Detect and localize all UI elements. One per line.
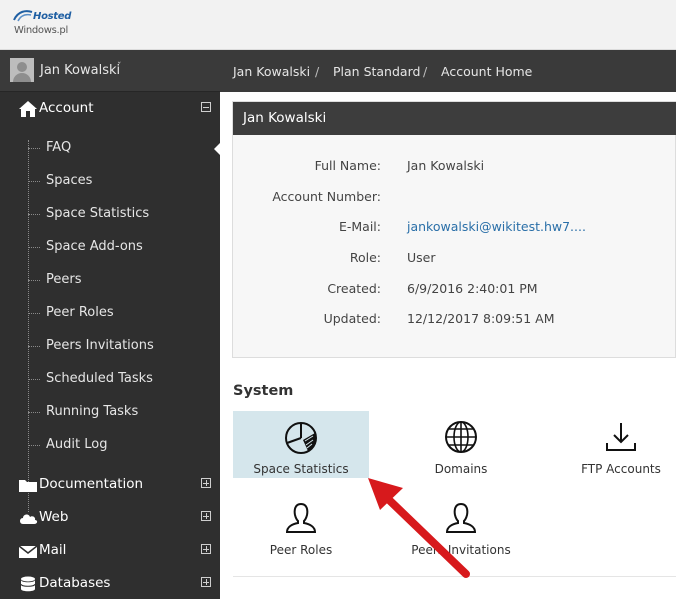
sidebar-section-label: Documentation xyxy=(39,476,144,492)
expand-icon[interactable] xyxy=(201,577,211,587)
user-icon xyxy=(285,502,317,533)
sidebar-section-label: Account xyxy=(39,100,94,116)
sidebar-item-spaces[interactable]: Spaces xyxy=(27,173,92,188)
globe-icon xyxy=(445,421,477,453)
expand-icon[interactable] xyxy=(201,478,211,488)
tile-ftp-accounts[interactable]: FTP Accounts xyxy=(553,411,676,478)
user-menu[interactable]: Jan Kowalski ˇ xyxy=(0,50,220,92)
sidebar-item-peers[interactable]: Peers xyxy=(28,272,82,287)
tile-space-statistics[interactable]: Space Statistics xyxy=(233,411,369,478)
pie-chart-icon xyxy=(285,422,317,454)
sidebar: Jan Kowalski ˇ Account FAQ Spaces Space … xyxy=(0,50,220,599)
user-name: Jan Kowalski xyxy=(40,63,121,78)
sidebar-section-documentation[interactable]: Documentation xyxy=(0,470,220,500)
sidebar-section-web[interactable]: Web xyxy=(0,503,220,533)
panel-title: Jan Kowalski xyxy=(243,110,327,126)
account-number-label: Account Number: xyxy=(272,189,381,204)
sidebar-section-label: Mail xyxy=(39,542,67,558)
collapse-icon[interactable] xyxy=(201,102,211,112)
logo-text-windows: Windows.pl xyxy=(14,25,68,36)
tree-connector xyxy=(28,140,29,512)
logo-swoosh-icon xyxy=(13,10,33,22)
updated-label: Updated: xyxy=(323,311,381,326)
sidebar-item-peer-roles[interactable]: Peer Roles xyxy=(28,305,114,320)
database-icon xyxy=(20,576,36,592)
system-section-title: System xyxy=(233,383,294,399)
folder-icon xyxy=(19,480,37,492)
sidebar-item-space-statistics[interactable]: Space Statistics xyxy=(27,206,149,221)
panel-header: Jan Kowalski xyxy=(233,102,676,135)
sidebar-section-mail[interactable]: Mail xyxy=(0,536,220,566)
sidebar-section-label: Web xyxy=(39,509,69,525)
sidebar-section-databases[interactable]: Databases xyxy=(0,569,220,599)
created-value: 6/9/2016 2:40:01 PM xyxy=(407,281,538,296)
download-icon xyxy=(606,423,636,451)
home-icon xyxy=(19,101,37,117)
sidebar-item-scheduled-tasks[interactable]: Scheduled Tasks xyxy=(28,371,153,386)
tile-label: Domains xyxy=(434,462,488,476)
envelope-icon xyxy=(18,545,38,558)
cloud-icon xyxy=(20,514,38,524)
created-label: Created: xyxy=(327,281,381,296)
tile-label: Peer Roles xyxy=(269,543,333,557)
updated-value: 12/12/2017 8:09:51 AM xyxy=(407,311,555,326)
full-name-label: Full Name: xyxy=(314,158,381,173)
tile-label: FTP Accounts xyxy=(581,462,661,476)
top-header: Hosted Windows.pl xyxy=(0,0,676,50)
role-label: Role: xyxy=(349,250,381,265)
breadcrumb-user[interactable]: Jan Kowalski xyxy=(233,64,310,79)
breadcrumb-current: Account Home xyxy=(441,64,533,79)
sidebar-item-faq[interactable]: FAQ xyxy=(27,140,71,155)
role-value: User xyxy=(407,250,436,265)
avatar xyxy=(10,58,34,82)
active-item-indicator xyxy=(214,143,220,155)
full-name-value: Jan Kowalski xyxy=(407,158,485,173)
sidebar-section-label: Databases xyxy=(39,575,111,591)
hostedwindows-logo[interactable]: Hosted Windows.pl xyxy=(12,9,82,39)
logo-text-hosted: Hosted xyxy=(33,11,72,22)
email-label: E-Mail: xyxy=(338,219,381,234)
section-divider xyxy=(233,576,676,577)
sidebar-item-audit-log[interactable]: Audit Log xyxy=(27,437,107,452)
tile-label: Space Statistics xyxy=(253,462,349,476)
expand-icon[interactable] xyxy=(201,511,211,521)
expand-icon[interactable] xyxy=(201,544,211,554)
tile-peer-roles[interactable]: Peer Roles xyxy=(233,492,369,559)
tile-domains[interactable]: Domains xyxy=(393,411,529,478)
breadcrumb-separator: / xyxy=(423,64,428,79)
breadcrumb-separator: / xyxy=(315,64,320,79)
breadcrumb-plan[interactable]: Plan Standard xyxy=(333,64,420,79)
sidebar-item-running-tasks[interactable]: Running Tasks xyxy=(27,404,138,419)
chevron-down-icon: ˇ xyxy=(117,62,122,72)
breadcrumb: Jan Kowalski / Plan Standard / Account H… xyxy=(220,50,676,92)
tile-label: Peers Invitations xyxy=(411,543,511,557)
user-icon xyxy=(445,502,477,533)
sidebar-item-space-addons[interactable]: Space Add-ons xyxy=(28,239,143,254)
tile-peers-invitations[interactable]: Peers Invitations xyxy=(393,492,529,559)
sidebar-section-account[interactable]: Account xyxy=(0,94,220,124)
email-link[interactable]: jankowalski@wikitest.hw7.... xyxy=(407,219,586,234)
sidebar-item-peers-invitations[interactable]: Peers Invitations xyxy=(28,338,154,353)
account-panel: Jan Kowalski Full Name: Jan Kowalski Acc… xyxy=(232,101,676,358)
